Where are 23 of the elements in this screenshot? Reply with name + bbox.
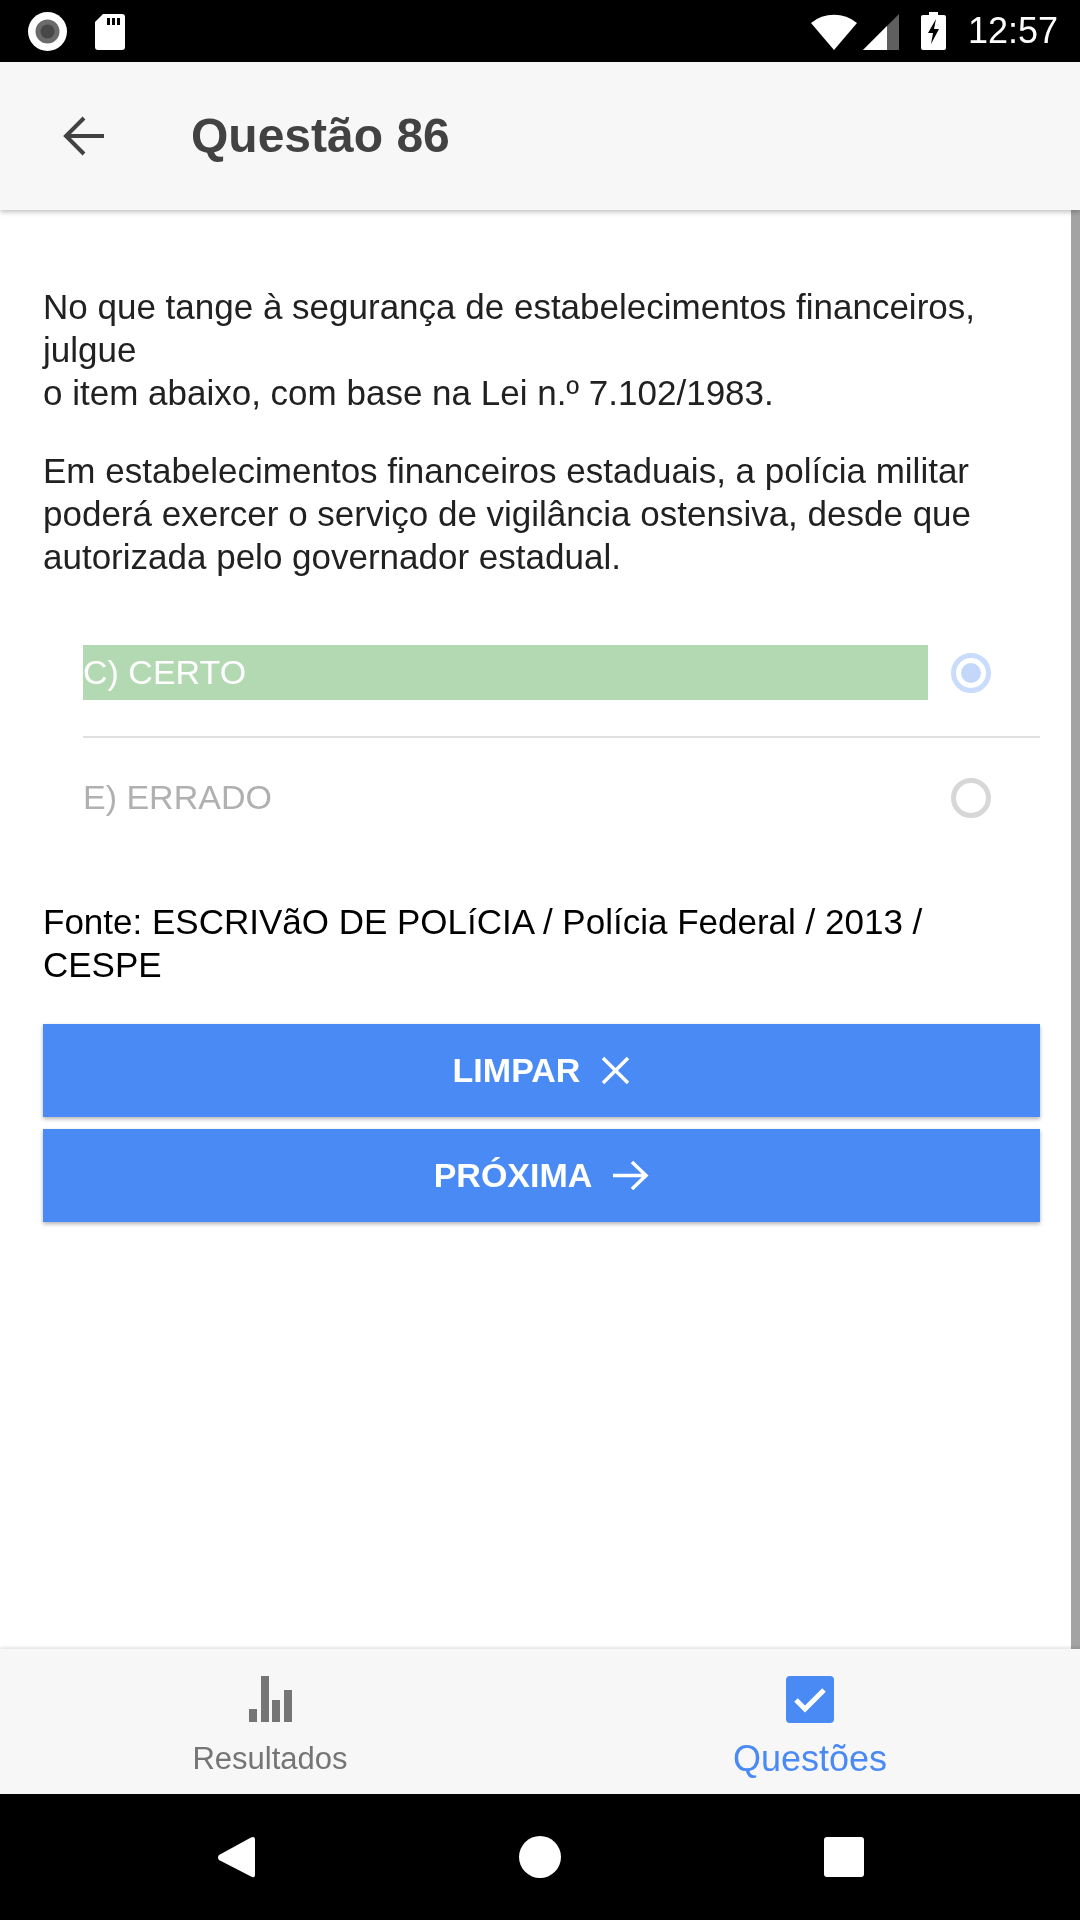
question-item: Em estabelecimentos financeiros estaduais, a polícia militar poderá exercer o serviço de vigilância ostensiva, desde que autorizada pelo governador estadual. — [43, 450, 973, 578]
questions-tab[interactable]: Questões — [540, 1649, 1080, 1794]
record-icon — [28, 12, 67, 51]
signal-icon — [863, 14, 899, 50]
battery-charging-icon — [921, 12, 946, 50]
question-source: Fonte: ESCRIVãO DE POLíCIA / Polícia Federal / 2013 / CESPE — [43, 901, 924, 986]
results-tab[interactable]: Resultados — [0, 1649, 540, 1794]
wifi-icon — [811, 14, 857, 50]
clock-time: 12:57 — [967, 10, 1058, 52]
arrow-right-icon — [613, 1160, 650, 1191]
next-button[interactable]: PRÓXIMA — [43, 1129, 1040, 1222]
clear-button[interactable]: LIMPAR — [43, 1024, 1040, 1117]
checkbox-icon — [786, 1675, 834, 1723]
option-label: E) ERRADO — [83, 777, 273, 818]
home-circle-icon[interactable] — [519, 1836, 561, 1878]
back-arrow-icon[interactable] — [63, 115, 105, 157]
close-icon — [601, 1056, 631, 1085]
sd-card-icon — [95, 14, 125, 50]
option-label: C) CERTO — [83, 645, 928, 700]
question-statement: No que tange à segurança de estabelecimentos financeiros, julgue o item abaixo, com base na Lei n.º 7.102/1983. — [43, 286, 976, 414]
screen-title: Questão 86 — [191, 108, 450, 164]
back-triangle-icon[interactable] — [217, 1835, 255, 1879]
bar-chart-icon — [248, 1676, 292, 1722]
